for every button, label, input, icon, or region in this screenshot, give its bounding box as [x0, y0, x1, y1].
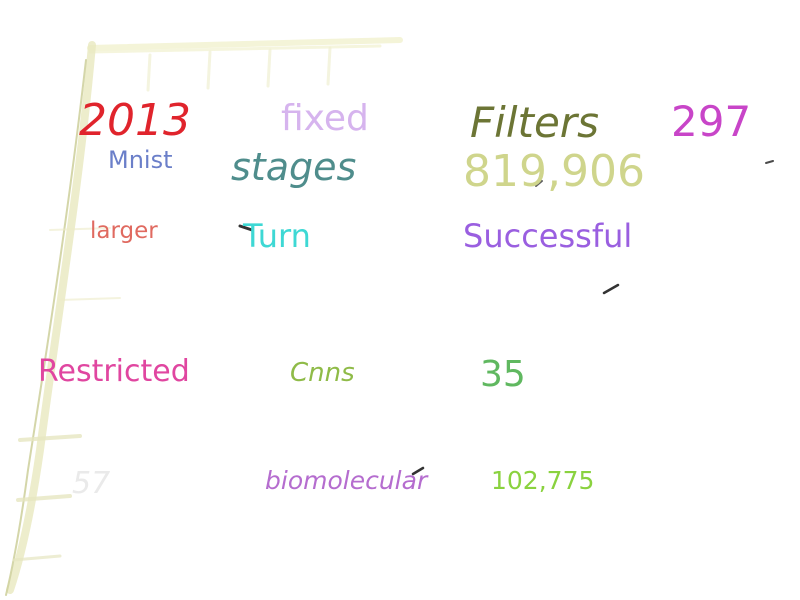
canvas: 2013 fixed Filters 297 Mnist stages 819,…	[0, 0, 800, 600]
word-filters: Filters	[470, 98, 599, 147]
word-819906: 819,906	[463, 146, 645, 197]
word-2013: 2013	[79, 95, 191, 146]
word-restricted: Restricted	[38, 354, 190, 389]
word-57: 57	[72, 466, 111, 501]
background-sketch	[5, 37, 774, 596]
word-successful: Successful	[463, 217, 633, 255]
word-mnist: Mnist	[108, 146, 173, 174]
word-102775: 102,775	[491, 466, 595, 495]
word-cnns: Cnns	[290, 358, 355, 388]
word-biomolecular: biomolecular	[265, 466, 428, 495]
word-fixed: fixed	[281, 98, 369, 139]
word-turn: Turn	[243, 217, 311, 255]
word-larger: larger	[90, 218, 158, 244]
word-35: 35	[480, 354, 526, 395]
word-stages: stages	[231, 145, 357, 189]
word-297: 297	[671, 97, 752, 146]
